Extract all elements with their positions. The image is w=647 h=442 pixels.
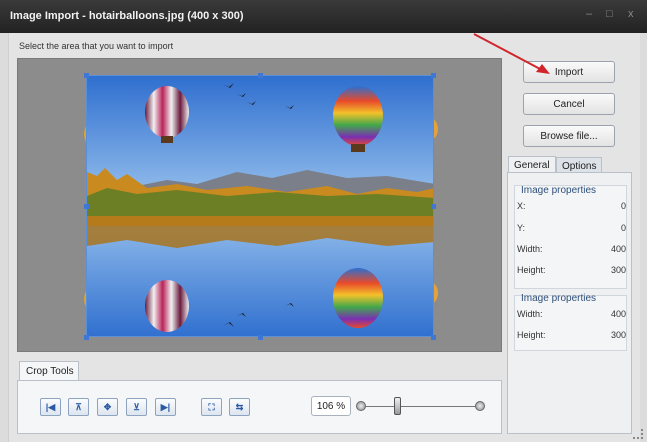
minimize-button[interactable]: – — [586, 8, 592, 20]
zoom-slider-thumb[interactable] — [394, 397, 401, 415]
import-button[interactable]: Import — [523, 61, 615, 83]
resize-grip-icon[interactable] — [633, 429, 643, 439]
resize-handle-bottom-right[interactable] — [431, 335, 436, 340]
resize-handle-bottom-left[interactable] — [84, 335, 89, 340]
resize-handle-bottom[interactable] — [258, 335, 263, 340]
browse-file-button[interactable]: Browse file... — [523, 125, 615, 147]
resize-handle-right[interactable] — [431, 204, 436, 209]
property-label: Y: — [517, 223, 526, 233]
resize-handle-top-right[interactable] — [431, 73, 436, 78]
fit-selection-icon[interactable]: ⛶ — [201, 398, 222, 416]
crop-selection[interactable] — [86, 75, 434, 337]
property-value: 400 — [610, 309, 626, 319]
property-row-y: Y: 0 — [517, 223, 626, 233]
tab-general[interactable]: General — [508, 156, 556, 173]
instruction-label: Select the area that you want to import — [19, 41, 174, 51]
align-top-icon[interactable]: ⊼ — [68, 398, 89, 416]
close-button[interactable]: x — [628, 8, 634, 20]
group-title: Image properties — [521, 185, 597, 196]
property-label: Width: — [517, 309, 543, 319]
property-label: X: — [517, 201, 526, 211]
property-label: Width: — [517, 244, 543, 254]
cancel-button[interactable]: Cancel — [523, 93, 615, 115]
resize-handle-top-left[interactable] — [84, 73, 89, 78]
property-value: 0 — [620, 201, 626, 211]
property-row-height: Height: 300 — [517, 330, 626, 340]
maximize-button[interactable]: □ — [606, 8, 613, 20]
title-bar[interactable]: Image Import - hotairballoons.jpg (400 x… — [0, 0, 647, 33]
property-row-height: Height: 300 — [517, 265, 626, 275]
resize-handle-top[interactable] — [258, 73, 263, 78]
zoom-slider-track[interactable] — [364, 406, 480, 407]
align-left-icon[interactable]: |◀ — [40, 398, 61, 416]
property-value: 300 — [610, 330, 626, 340]
zoom-in-icon[interactable] — [475, 401, 485, 411]
tab-crop-tools[interactable]: Crop Tools — [19, 361, 79, 381]
center-icon[interactable]: ✥ — [97, 398, 118, 416]
zoom-out-icon[interactable] — [356, 401, 366, 411]
resize-handle-left[interactable] — [84, 204, 89, 209]
align-bottom-icon[interactable]: ⊻ — [126, 398, 147, 416]
zoom-input[interactable]: 106 % — [311, 396, 351, 416]
property-row-width: Width: 400 — [517, 244, 626, 254]
property-label: Height: — [517, 265, 546, 275]
group-title: Image properties — [521, 293, 597, 304]
properties-panel: Image properties X: 0 Y: 0 Width: 400 Heigh… — [507, 172, 632, 434]
hot-air-balloons-photo — [87, 76, 433, 336]
property-row-x: X: 0 — [517, 201, 626, 211]
property-row-width: Width: 400 — [517, 309, 626, 319]
image-import-window: Image Import - hotairballoons.jpg (400 x… — [0, 0, 647, 442]
property-label: Height: — [517, 330, 546, 340]
property-value: 0 — [620, 223, 626, 233]
property-value: 400 — [610, 244, 626, 254]
window-title: Image Import - hotairballoons.jpg (400 x… — [10, 10, 244, 22]
crop-tools-panel — [17, 380, 502, 434]
align-right-icon[interactable]: ▶| — [155, 398, 176, 416]
reset-selection-icon[interactable]: ⇆ — [229, 398, 250, 416]
property-value: 300 — [610, 265, 626, 275]
